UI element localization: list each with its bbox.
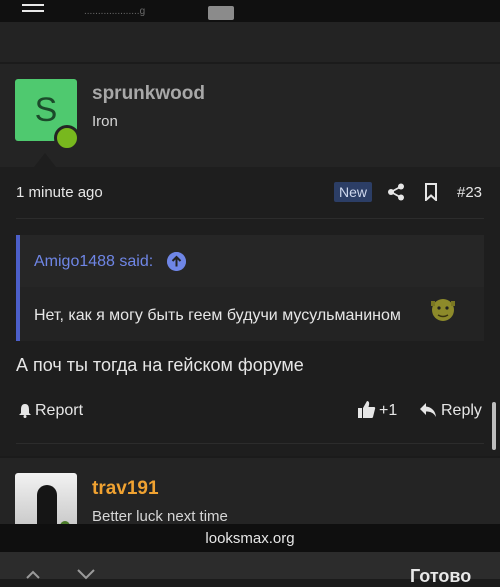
chevron-up-icon[interactable] bbox=[26, 566, 40, 580]
chevron-down-icon[interactable] bbox=[76, 566, 96, 580]
avatar[interactable] bbox=[15, 473, 77, 528]
top-nav-bar: ....................g bbox=[0, 0, 500, 22]
reply-icon[interactable] bbox=[419, 402, 437, 418]
header-band bbox=[0, 22, 500, 62]
user-title: Iron bbox=[92, 113, 118, 130]
quote-text: Нет, как я могу быть геем будучи мусульм… bbox=[34, 307, 401, 324]
post-username[interactable]: trav191 bbox=[92, 478, 159, 500]
reply-button[interactable]: Reply bbox=[441, 402, 482, 420]
hamburger-menu-icon[interactable] bbox=[22, 4, 46, 18]
report-button[interactable]: Report bbox=[35, 402, 83, 420]
divider bbox=[16, 218, 484, 219]
like-count[interactable]: +1 bbox=[379, 402, 397, 420]
user-title: Better luck next time bbox=[92, 508, 228, 525]
top-bar-image bbox=[208, 6, 234, 20]
done-button[interactable]: Готово bbox=[410, 566, 471, 587]
post-pointer bbox=[34, 153, 56, 167]
post-timestamp[interactable]: 1 minute ago bbox=[16, 184, 103, 201]
quote-jump-arrow-icon[interactable] bbox=[167, 252, 186, 271]
quote-author-link[interactable]: Amigo1488 said: bbox=[34, 253, 153, 271]
thumbs-up-icon[interactable] bbox=[357, 400, 376, 419]
post-username[interactable]: sprunkwood bbox=[92, 83, 205, 105]
post-message: А поч ты тогда на гейском форуме bbox=[16, 355, 304, 375]
share-icon[interactable] bbox=[387, 183, 405, 201]
shrek-emoji-icon bbox=[431, 299, 455, 321]
online-status-icon bbox=[54, 125, 80, 151]
divider bbox=[16, 443, 484, 444]
scrollbar[interactable] bbox=[492, 402, 496, 450]
bookmark-icon[interactable] bbox=[423, 183, 439, 201]
url-text[interactable]: looksmax.org bbox=[0, 530, 500, 547]
bell-icon[interactable] bbox=[18, 403, 32, 418]
top-bar-partial-text: ....................g bbox=[84, 6, 146, 17]
new-badge: New bbox=[334, 182, 372, 202]
post-number-link[interactable]: #23 bbox=[457, 184, 482, 201]
